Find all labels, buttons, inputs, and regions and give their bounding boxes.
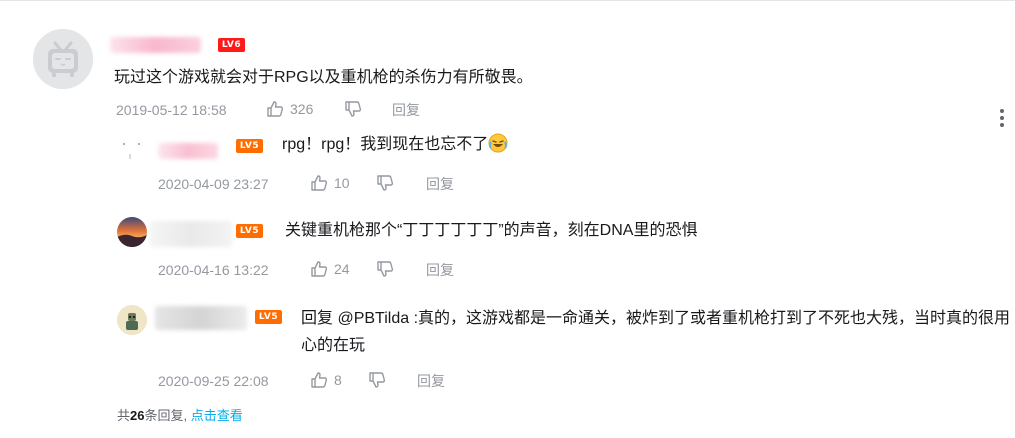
- reply-content: 回复 @PBTilda :真的，这游戏都是一命通关，被炸到了或者重机枪打到了不死…: [301, 310, 1011, 354]
- reply-like-count: 24: [334, 261, 350, 277]
- thumbs-down-icon: [376, 260, 394, 278]
- reply-dislike-button[interactable]: [368, 371, 386, 389]
- reply-like-count: 10: [334, 175, 350, 191]
- reply-time: 2020-04-09 23:27: [158, 176, 269, 192]
- avatar-default-bilibili-tv[interactable]: [33, 29, 93, 89]
- reply-time: 2020-04-16 13:22: [158, 262, 269, 278]
- reply-summary: 共26条回复, 点击查看: [117, 405, 243, 424]
- summary-prefix: 共: [117, 408, 131, 423]
- reply-like-button[interactable]: 24: [310, 260, 350, 278]
- reply-username-blurred[interactable]: [150, 221, 232, 247]
- reply-count: 26: [130, 408, 145, 423]
- reply-dislike-button[interactable]: [376, 174, 394, 192]
- reply-username-blurred[interactable]: [158, 143, 218, 159]
- thumbs-up-icon: [310, 174, 328, 192]
- thumbs-up-icon: [310, 260, 328, 278]
- reply-level-badge: LV5: [236, 139, 263, 153]
- thumbs-down-icon: [344, 100, 362, 118]
- reply-level-badge: LV5: [255, 310, 282, 324]
- reply-like-button[interactable]: 10: [310, 174, 350, 192]
- thumbs-up-icon: [266, 100, 284, 118]
- reply-reply-button[interactable]: 回复: [417, 371, 445, 391]
- reply-avatar[interactable]: [117, 132, 147, 162]
- reply-reply-button[interactable]: 回复: [426, 174, 454, 194]
- reply-reply-button[interactable]: 回复: [426, 260, 454, 280]
- username-blurred[interactable]: [110, 37, 201, 53]
- top-divider: [0, 0, 1015, 1]
- reply-username-blurred[interactable]: [155, 306, 247, 330]
- dislike-button[interactable]: [344, 100, 362, 118]
- reply-text: rpg！rpg！我到现在也忘不了: [282, 136, 489, 153]
- comment-time: 2019-05-12 18:58: [116, 102, 227, 118]
- reply-dislike-button[interactable]: [376, 260, 394, 278]
- reply-avatar[interactable]: [117, 305, 147, 335]
- thumbs-down-icon: [376, 174, 394, 192]
- reply-like-button[interactable]: 8: [310, 371, 342, 389]
- reply-button[interactable]: 回复: [392, 100, 420, 120]
- view-all-replies-link[interactable]: 点击查看: [191, 408, 243, 423]
- reply-like-count: 8: [334, 372, 342, 388]
- reply-level-badge: LV5: [236, 224, 263, 238]
- reply-time: 2020-09-25 22:08: [158, 373, 269, 389]
- like-button[interactable]: 326: [266, 100, 313, 118]
- like-count: 326: [290, 101, 314, 117]
- reply-content: 关键重机枪那个“丁丁丁丁丁丁”的声音，刻在DNA里的恐惧: [285, 222, 698, 239]
- level-badge: LV6: [218, 38, 245, 52]
- thumbs-up-icon: [310, 371, 328, 389]
- reply-avatar[interactable]: [117, 217, 147, 247]
- thumbs-down-icon: [368, 371, 386, 389]
- summary-suffix: 条回复,: [144, 408, 188, 423]
- laughing-crying-emoji-icon: [488, 133, 508, 153]
- comment-content: 玩过这个游戏就会对于RPG以及重机枪的杀伤力有所敬畏。: [114, 69, 533, 86]
- reply-content: rpg！rpg！我到现在也忘不了: [282, 133, 508, 157]
- more-options-icon[interactable]: [1000, 109, 1004, 130]
